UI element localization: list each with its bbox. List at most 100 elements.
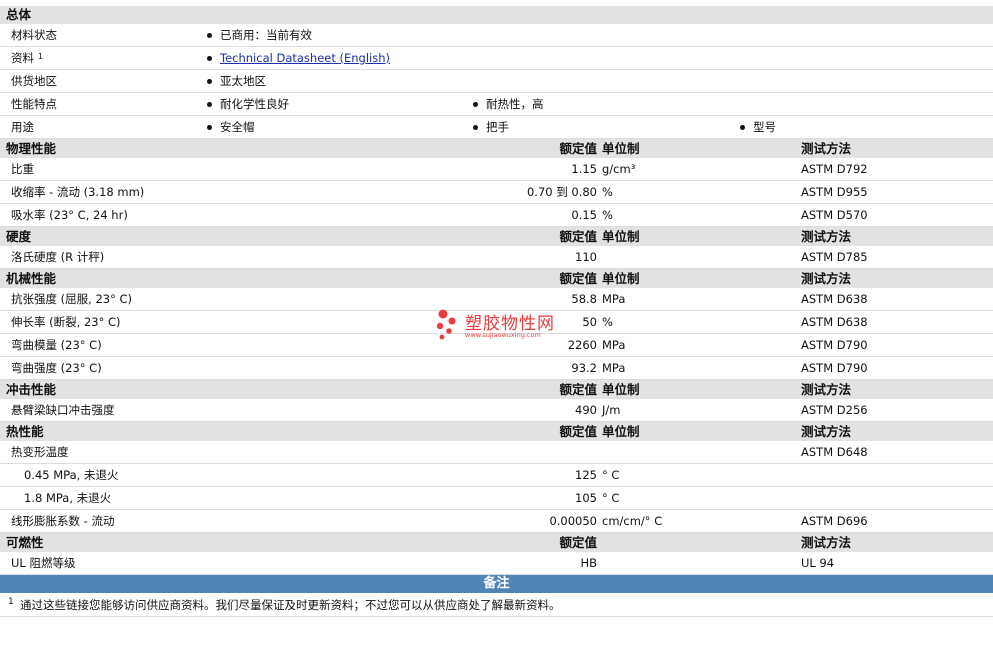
property-value: 490: [575, 403, 597, 417]
section-title: 总体: [6, 7, 32, 22]
property-label: 比重: [11, 162, 34, 176]
property-method: UL 94: [801, 556, 835, 570]
section-header: 物理性能 额定值 单位制 测试方法: [0, 139, 993, 158]
header-unit: 单位制: [602, 229, 640, 244]
property-row: 悬臂梁缺口冲击强度 490 J/m ASTM D256: [0, 399, 993, 422]
property-value: 50: [582, 315, 597, 329]
property-label: 抗张强度 (屈服, 23° C): [11, 292, 133, 306]
property-unit: %: [602, 315, 613, 329]
property-label: 1.8 MPa, 未退火: [24, 491, 112, 505]
property-label: 洛氏硬度 (R 计秤): [11, 250, 105, 264]
property-method: ASTM D955: [801, 185, 868, 199]
header-unit: 单位制: [602, 271, 640, 286]
property-row: 热变形温度 ASTM D648: [0, 441, 993, 464]
footnote-row: 1 通过这些链接您能够访问供应商资料。我们尽量保证及时更新资料；不过您可以从供应商…: [0, 593, 993, 617]
bullet-item: 耐化学性良好: [207, 93, 289, 116]
row-label: 资料: [11, 51, 34, 65]
property-method: ASTM D256: [801, 403, 868, 417]
property-unit: g/cm³: [602, 162, 636, 176]
notes-header: 备注: [0, 575, 993, 593]
property-label: 悬臂梁缺口冲击强度: [11, 403, 115, 417]
property-label: 0.45 MPa, 未退火: [24, 468, 119, 482]
property-value: 125: [575, 468, 597, 482]
property-label: 弯曲模量 (23° C): [11, 338, 102, 352]
property-row: 弯曲强度 (23° C) 93.2 MPa ASTM D790: [0, 357, 993, 380]
header-unit: 单位制: [602, 424, 640, 439]
bullet-item: 亚太地区: [207, 70, 266, 93]
property-row: 洛氏硬度 (R 计秤) 110 ASTM D785: [0, 246, 993, 269]
bullet-dot: [207, 79, 212, 84]
section-title: 热性能: [6, 424, 44, 439]
bullet-item: 把手: [473, 116, 509, 139]
general-row: 供货地区 亚太地区: [0, 70, 993, 93]
property-value: 1.15: [571, 162, 597, 176]
bullet-dot: [740, 125, 745, 130]
section-header: 机械性能 额定值 单位制 测试方法: [0, 269, 993, 288]
row-label: 供货地区: [11, 74, 57, 88]
property-method: ASTM D696: [801, 514, 868, 528]
section-title: 可燃性: [6, 535, 44, 550]
property-method: ASTM D790: [801, 338, 868, 352]
bullet-item: 已商用：当前有效: [207, 24, 312, 47]
notes-title: 备注: [483, 576, 510, 591]
header-value: 额定值: [559, 424, 597, 439]
property-value: 93.2: [571, 361, 597, 375]
property-value: 0.15: [571, 208, 597, 222]
property-value: 105: [575, 491, 597, 505]
property-method: ASTM D792: [801, 162, 868, 176]
header-value: 额定值: [559, 229, 597, 244]
property-label: 热变形温度: [11, 445, 69, 459]
bullet-dot: [473, 125, 478, 130]
row-label: 用途: [11, 120, 34, 134]
property-method: ASTM D785: [801, 250, 868, 264]
watermark-url: www.sujiaowuxing.com: [465, 331, 541, 339]
property-unit: MPa: [602, 361, 626, 375]
section-header-general: 总体: [0, 6, 993, 24]
property-unit: cm/cm/° C: [602, 514, 663, 528]
property-row: 吸水率 (23° C, 24 hr) 0.15% ASTM D570: [0, 204, 993, 227]
header-value: 额定值: [559, 141, 597, 156]
footnote-marker: 1: [38, 52, 44, 61]
property-unit: MPa: [602, 338, 626, 352]
bullet-item: Technical Datasheet (English): [207, 47, 390, 70]
header-method: 测试方法: [801, 271, 852, 286]
property-unit: %: [602, 185, 613, 199]
header-method: 测试方法: [801, 535, 852, 550]
watermark-logo: 塑胶物性网 www.sujiaowuxing.com: [433, 306, 573, 346]
section-header: 冲击性能 额定值 单位制 测试方法: [0, 380, 993, 399]
bullet-text: 型号: [753, 120, 776, 134]
property-method: ASTM D790: [801, 361, 868, 375]
bullet-dot: [207, 33, 212, 38]
dots-logo-icon: [436, 309, 456, 340]
general-row: 资料 1 Technical Datasheet (English): [0, 47, 993, 70]
property-label: UL 阻燃等级: [11, 556, 76, 570]
section-title: 机械性能: [6, 271, 57, 286]
property-row: 比重 1.15 g/cm³ ASTM D792: [0, 158, 993, 181]
header-unit: 单位制: [602, 141, 640, 156]
section-title: 冲击性能: [6, 382, 57, 397]
bullet-dot: [207, 56, 212, 61]
property-value: 0.70 到 0.80: [526, 185, 597, 199]
property-unit: ° C: [602, 468, 620, 482]
property-label: 吸水率 (23° C, 24 hr): [11, 208, 128, 222]
property-unit: ° C: [602, 491, 620, 505]
header-method: 测试方法: [801, 229, 852, 244]
property-label: 收缩率 - 流动 (3.18 mm): [11, 185, 145, 199]
bullet-text: 安全帽: [220, 120, 255, 134]
bullet-dot: [207, 125, 212, 130]
bullet-item: 型号: [740, 116, 776, 139]
bullet-text: 耐热性，高: [486, 97, 544, 111]
property-label: 线形膨胀系数 - 流动: [11, 514, 115, 528]
general-row: 性能特点 耐化学性良好 耐热性，高: [0, 93, 993, 116]
property-row: 1.8 MPa, 未退火 105 ° C: [0, 487, 993, 510]
header-value: 额定值: [559, 535, 597, 550]
section-header: 硬度 额定值 单位制 测试方法: [0, 227, 993, 246]
property-label: 弯曲强度 (23° C): [11, 361, 102, 375]
property-value: 110: [575, 250, 597, 264]
property-value: HB: [580, 556, 597, 570]
bullet-item: 安全帽: [207, 116, 255, 139]
datasheet-link[interactable]: Technical Datasheet (English): [220, 51, 390, 65]
footnote-number: 1: [8, 597, 14, 607]
header-method: 测试方法: [801, 141, 852, 156]
header-unit: 单位制: [602, 382, 640, 397]
